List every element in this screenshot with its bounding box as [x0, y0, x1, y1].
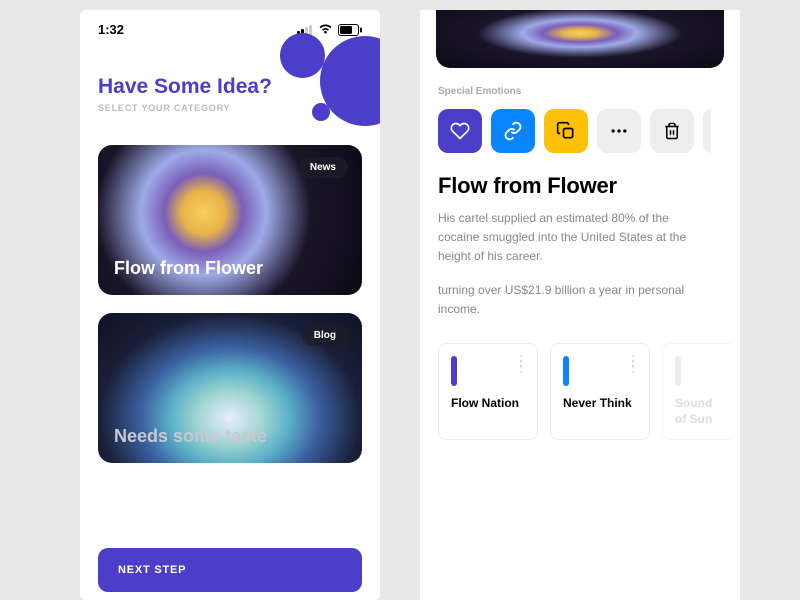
more-button[interactable] [597, 109, 641, 153]
overflow-button-edge[interactable] [703, 109, 711, 153]
link-button[interactable] [491, 109, 535, 153]
heart-icon [450, 121, 470, 141]
detail-paragraph: turning over US$21.9 billion a year in p… [438, 281, 698, 319]
phone-mockup-right: Special Emotions Flow from Flower His ca… [420, 10, 740, 600]
action-row [420, 109, 740, 153]
mini-card-never-think[interactable]: ⋮⋮ Never Think [550, 343, 650, 440]
card-title: Flow from Flower [114, 258, 263, 279]
card-badge: Blog [302, 325, 348, 346]
trash-button[interactable] [650, 109, 694, 153]
mini-title: Sound of Sun [675, 396, 720, 427]
card-badge: News [298, 157, 348, 178]
mini-card-row: ⋮⋮ Flow Nation ⋮⋮ Never Think Sound of S… [420, 333, 740, 440]
copy-button[interactable] [544, 109, 588, 153]
category-card-news[interactable]: News Flow from Flower [98, 145, 362, 295]
mini-card-flow-nation[interactable]: ⋮⋮ Flow Nation [438, 343, 538, 440]
trash-icon [663, 122, 681, 140]
more-icon [609, 121, 629, 141]
next-step-button[interactable]: NEXT STEP [98, 548, 362, 592]
wifi-icon [318, 24, 333, 35]
category-card-blog[interactable]: Blog Needs some taste [98, 313, 362, 463]
mini-title: Never Think [563, 396, 637, 412]
mini-bar [563, 356, 569, 386]
next-step-label: NEXT STEP [118, 564, 186, 576]
mini-bar [451, 356, 457, 386]
heart-button[interactable] [438, 109, 482, 153]
card-title: Needs some taste [114, 426, 267, 447]
hero-image [436, 10, 724, 68]
status-time: 1:32 [98, 22, 124, 37]
copy-icon [556, 121, 576, 141]
battery-icon [338, 24, 362, 36]
drag-handle-icon[interactable]: ⋮⋮ [514, 358, 527, 369]
mini-card-sound-of-sun[interactable]: Sound of Sun [662, 343, 732, 440]
detail-title: Flow from Flower [420, 153, 740, 209]
drag-handle-icon[interactable]: ⋮⋮ [626, 358, 639, 369]
decor-circle-small [312, 103, 330, 121]
detail-body: His cartel supplied an estimated 80% of … [420, 209, 740, 319]
status-bar: 1:32 [80, 10, 380, 41]
mini-title: Flow Nation [451, 396, 525, 412]
link-icon [503, 121, 523, 141]
decor-circle-medium [280, 33, 325, 78]
phone-mockup-left: 1:32 Have Some Idea? SELECT YOUR CATEGOR… [80, 10, 380, 600]
section-label: Special Emotions [420, 68, 740, 109]
detail-paragraph: His cartel supplied an estimated 80% of … [438, 209, 698, 267]
mini-bar [675, 356, 681, 386]
